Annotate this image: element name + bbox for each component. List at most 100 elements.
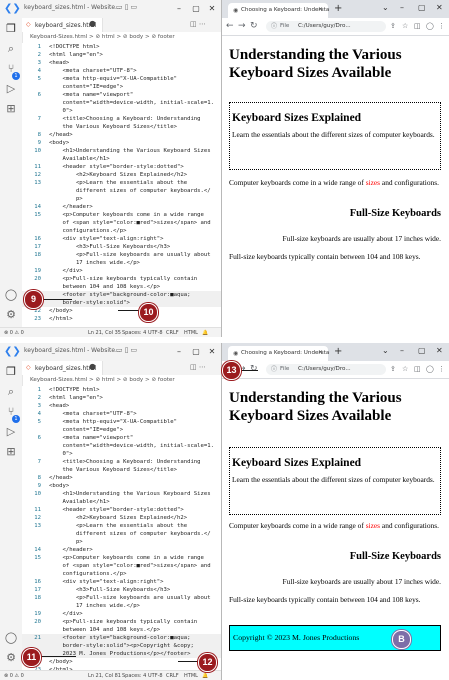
code-line[interactable]: 21 <footer style="background-color:■aqua…	[22, 291, 221, 299]
run-debug-icon[interactable]: ▷	[4, 82, 18, 96]
code-line[interactable]: 11 <header style="border-style:dotted">	[22, 163, 221, 171]
code-line[interactable]: Available</h1>	[22, 498, 221, 506]
bookmark-star-icon[interactable]: ☆	[402, 365, 408, 374]
code-line[interactable]: 18 <p>Full-size keyboards are usually ab…	[22, 251, 221, 259]
code-line[interactable]: 0">	[22, 450, 221, 458]
code-line[interactable]: Available</h1>	[22, 155, 221, 163]
code-line[interactable]: 15 <p>Computer keyboards come in a wide …	[22, 211, 221, 219]
unsaved-dot-icon[interactable]: ●	[89, 19, 96, 28]
extensions-icon[interactable]: ⊞	[4, 445, 18, 459]
code-line[interactable]: 7 <title>Choosing a Keyboard: Understand…	[22, 458, 221, 466]
browser-close-button[interactable]: ✕	[436, 346, 443, 355]
code-line[interactable]: 14 </header>	[22, 203, 221, 211]
bookmark-star-icon[interactable]: ☆	[402, 22, 408, 31]
encoding-status[interactable]: UTF-8	[148, 671, 163, 680]
share-icon[interactable]: ⇪	[390, 365, 396, 374]
search-icon[interactable]: ⌕	[4, 385, 18, 399]
address-bar[interactable]: ⓘ File C:/Users/guy/Dro...	[266, 364, 386, 375]
code-line[interactable]: 14 </header>	[22, 546, 221, 554]
code-line[interactable]: 8 </head>	[22, 474, 221, 482]
tab-close-icon[interactable]: ✕	[318, 349, 323, 356]
code-line[interactable]: the Various Keyboard Sizes</title>	[22, 466, 221, 474]
code-line[interactable]: p>	[22, 195, 221, 203]
code-line[interactable]: 13 <p>Learn the essentials about the	[22, 522, 221, 530]
code-line[interactable]: 8 </head>	[22, 131, 221, 139]
code-line[interactable]: content="IE=edge">	[22, 83, 221, 91]
code-line[interactable]: between 104 and 108 keys.</p>	[22, 283, 221, 291]
code-line[interactable]: 6 <meta name="viewport"	[22, 91, 221, 99]
code-line[interactable]: 7 <title>Choosing a Keyboard: Understand…	[22, 115, 221, 123]
code-line[interactable]: between 104 and 108 keys.</p>	[22, 626, 221, 634]
code-line[interactable]: configurations.</p>	[22, 227, 221, 235]
browser-close-button[interactable]: ✕	[436, 3, 443, 12]
language-status[interactable]: HTML	[184, 328, 198, 337]
code-line[interactable]: 17 <h3>Full-Size Keyboards</h3>	[22, 586, 221, 594]
maximize-button[interactable]: ▢	[189, 2, 203, 15]
code-line[interactable]: 18 <p>Full-size keyboards are usually ab…	[22, 594, 221, 602]
side-panel-icon[interactable]: ◫	[414, 22, 421, 31]
code-line[interactable]: configurations.</p>	[22, 570, 221, 578]
new-tab-button[interactable]: +	[334, 346, 342, 358]
code-line[interactable]: 20 <p>Full-size keyboards typically cont…	[22, 275, 221, 283]
code-line[interactable]: 21 <footer style="background-color:■aqua…	[22, 634, 221, 642]
tab-keyboard-sizes[interactable]: ◇ keyboard_sizes.html ●	[22, 18, 103, 32]
search-icon[interactable]: ⌕	[4, 42, 18, 56]
new-tab-button[interactable]: +	[334, 3, 342, 15]
run-debug-icon[interactable]: ▷	[4, 425, 18, 439]
code-line[interactable]: 12 <h2>Keyboard Sizes Explained</h2>	[22, 171, 221, 179]
code-line[interactable]: 23 </html>	[22, 315, 221, 323]
cursor-position[interactable]: Ln 21, Col 81	[88, 671, 121, 680]
unsaved-dot-icon[interactable]: ●	[89, 362, 96, 371]
eol-status[interactable]: CRLF	[166, 328, 179, 337]
browser-minimize-button[interactable]: –	[400, 346, 404, 355]
profile-icon[interactable]: ◯	[426, 22, 434, 31]
code-line[interactable]: 11 <header style="border-style:dotted">	[22, 506, 221, 514]
code-line[interactable]: 16 <div style="text-align:right">	[22, 235, 221, 243]
code-line[interactable]: 22</body>	[22, 307, 221, 315]
code-line[interactable]: 19 </div>	[22, 610, 221, 618]
browser-menu-icon[interactable]: ⋮	[438, 365, 445, 374]
code-line[interactable]: 17 inches wide.</p>	[22, 602, 221, 610]
problems-status[interactable]: ⊗ 0 ⚠ 0	[4, 671, 24, 680]
code-line[interactable]: 9 <body>	[22, 139, 221, 147]
code-line[interactable]: border-style:solid"><p>Copyright &copy;	[22, 642, 221, 650]
tab-keyboard-sizes[interactable]: ◇ keyboard_sizes.html ●	[22, 361, 103, 375]
code-line[interactable]: different sizes of computer keyboards.</	[22, 187, 221, 195]
address-bar[interactable]: ⓘ File C:/Users/guy/Dro...	[266, 21, 386, 32]
browser-menu-icon[interactable]: ⋮	[438, 22, 445, 31]
code-line[interactable]: of <span style="color:■red">sizes</span>…	[22, 219, 221, 227]
code-line[interactable]: 16 <div style="text-align:right">	[22, 578, 221, 586]
browser-tab[interactable]: ◉ Choosing a Keyboard: Understa ✕	[228, 346, 329, 361]
info-icon[interactable]: ⓘ	[271, 364, 277, 375]
eol-status[interactable]: CRLF	[166, 671, 179, 680]
code-line[interactable]: content="width=device-width, initial-sca…	[22, 442, 221, 450]
back-arrow-icon[interactable]: ←	[226, 21, 234, 32]
code-line[interactable]: 9 <body>	[22, 482, 221, 490]
tab-search-chevron-icon[interactable]: ⌄	[382, 346, 389, 355]
info-icon[interactable]: ⓘ	[271, 21, 277, 32]
code-line[interactable]: 10 <h1>Understanding the Various Keyboar…	[22, 147, 221, 155]
code-line[interactable]: 5 <meta http-equiv="X-UA-Compatible"	[22, 75, 221, 83]
code-line[interactable]: 17 inches wide.</p>	[22, 259, 221, 267]
problems-status[interactable]: ⊗ 0 ⚠ 0	[4, 328, 24, 337]
code-line[interactable]: 0">	[22, 107, 221, 115]
code-line[interactable]: 1 <!DOCTYPE html>	[22, 386, 221, 394]
forward-arrow-icon[interactable]: →	[238, 21, 246, 32]
indentation-status[interactable]: Spaces: 4	[122, 328, 146, 337]
notifications-bell-icon[interactable]: 🔔	[202, 328, 208, 337]
code-line[interactable]: content="width=device-width, initial-sca…	[22, 99, 221, 107]
code-line[interactable]: different sizes of computer keyboards.</	[22, 530, 221, 538]
maximize-button[interactable]: ▢	[189, 345, 203, 358]
code-line[interactable]: 17 <h3>Full-Size Keyboards</h3>	[22, 243, 221, 251]
code-line[interactable]: 20 <p>Full-size keyboards typically cont…	[22, 618, 221, 626]
settings-gear-icon[interactable]: ⚙	[4, 651, 18, 665]
close-button[interactable]: ✕	[205, 2, 219, 15]
explorer-icon[interactable]: ❐	[4, 22, 18, 36]
split-editor-icon[interactable]: ◫ ⋯	[190, 20, 206, 28]
code-editor[interactable]: 1 <!DOCTYPE html> 2 <html lang="en"> 3 <head>…	[22, 386, 221, 670]
browser-maximize-button[interactable]: ▢	[418, 346, 426, 355]
code-line[interactable]: 13 <p>Learn the essentials about the	[22, 179, 221, 187]
profile-icon[interactable]: ◯	[426, 365, 434, 374]
side-panel-icon[interactable]: ◫	[414, 365, 421, 374]
browser-maximize-button[interactable]: ▢	[418, 3, 426, 12]
